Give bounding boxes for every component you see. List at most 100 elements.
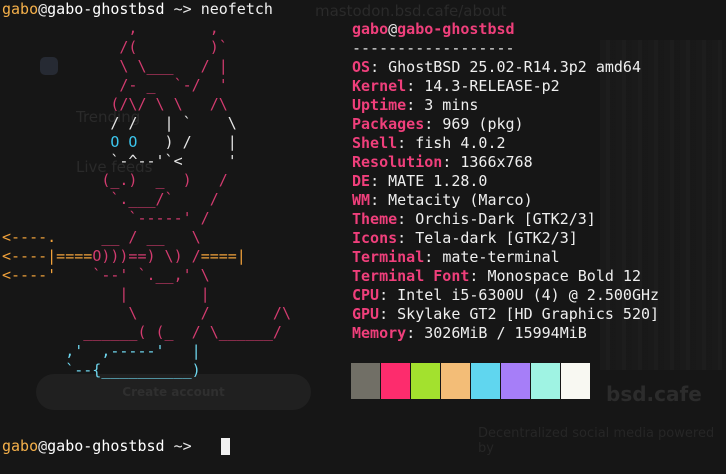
prompt-at: @ — [38, 437, 48, 455]
info-value: 14.3-RELEASE-p2 — [424, 77, 560, 95]
info-label: Shell — [352, 134, 398, 152]
art-line-16: \ / /\ — [2, 304, 291, 322]
info-title-user: gabo — [352, 20, 389, 38]
art-trident: O)))==) \) / — [92, 247, 201, 265]
art-line-13: <----|====O)))==) \) /====| — [2, 247, 246, 266]
art-arrow-1: <----. — [2, 228, 57, 246]
prompt-command: neofetch — [200, 0, 273, 18]
palette-swatch-5 — [501, 363, 530, 399]
info-value: 1366x768 — [460, 153, 533, 171]
art-arrow-3: <----' — [2, 266, 57, 284]
info-value: GhostBSD 25.02-R14.3p2 amd64 — [388, 58, 641, 76]
info-separator: ------------------ — [352, 39, 515, 57]
art-line-12: <----. __ / __ \ — [2, 228, 201, 247]
info-label: Memory — [352, 324, 407, 342]
art-line-4: /- _ `-/ ' — [2, 76, 228, 94]
info-row-theme: Theme: Orchis-Dark [GTK2/3] — [352, 210, 596, 228]
palette-swatch-0 — [351, 363, 380, 399]
art-eyes: O O — [110, 133, 138, 151]
art-line-14: <----' `--' `.__,' \ — [2, 266, 210, 285]
info-value: fish 4.0.2 — [415, 134, 506, 152]
palette-swatch-2 — [411, 363, 440, 399]
prompt-arrow: ~> — [164, 437, 201, 455]
prompt-user: gabo — [2, 437, 39, 455]
info-value: mate-terminal — [442, 248, 560, 266]
info-row-packages: Packages: 969 (pkg) — [352, 115, 524, 133]
info-label: Icons — [352, 229, 398, 247]
art-line-9: (_.) _ ) / — [2, 171, 228, 189]
info-row-terminal-font: Terminal Font: Monospace Bold 12 — [352, 267, 641, 285]
info-title-at: @ — [388, 20, 398, 38]
prompt-host: gabo-ghostbsd — [47, 0, 165, 18]
palette-swatch-4 — [471, 363, 500, 399]
art-line-3: \ \___ / | — [2, 57, 228, 75]
art-line-6: / / | ` \ — [2, 114, 237, 132]
info-label: WM — [352, 191, 371, 209]
info-label: Theme — [352, 210, 398, 228]
info-value: Intel i5-6300U (4) @ 2.500GHz — [397, 286, 660, 304]
info-label: Terminal Font — [352, 267, 470, 285]
info-row-gpu: GPU: Skylake GT2 [HD Graphics 520] — [352, 305, 660, 323]
info-label: Kernel — [352, 77, 407, 95]
art-line-8: `-^--'`< ' — [2, 152, 237, 170]
art-line-7-rest: ) / | — [137, 133, 237, 151]
info-label: GPU — [352, 305, 380, 323]
info-row-uptime: Uptime: 3 mins — [352, 96, 479, 114]
info-label: DE — [352, 172, 371, 190]
info-row-shell: Shell: fish 4.0.2 — [352, 134, 506, 152]
info-label: OS — [352, 58, 371, 76]
art-line-17: ______( (_ / \______/ — [2, 323, 282, 341]
info-value: Tela-dark [GTK2/3] — [415, 229, 578, 247]
terminal-cursor[interactable] — [221, 438, 230, 455]
info-value: Orchis-Dark [GTK2/3] — [415, 210, 596, 228]
palette-swatch-3 — [441, 363, 470, 399]
prompt-line-1: gabo@gabo-ghostbsd ~> neofetch — [2, 0, 273, 19]
palette-swatch-7 — [561, 363, 590, 399]
info-value: 3026MiB / 15994MiB — [424, 324, 587, 342]
art-line-18: ,' ,-----' | — [2, 342, 201, 360]
art-line-11: `-----' / — [2, 209, 210, 227]
prompt-user: gabo — [2, 0, 39, 18]
info-value: Skylake GT2 [HD Graphics 520] — [397, 305, 660, 323]
art-line-2: /( )` — [2, 38, 228, 56]
info-title-host: gabo-ghostbsd — [397, 20, 515, 38]
info-title: gabo@gabo-ghostbsd — [352, 20, 515, 39]
art-line-5: (/\/ \ \ /\ — [2, 95, 228, 113]
terminal-output[interactable]: gabo@gabo-ghostbsd ~> neofetch , , /( )`… — [0, 0, 726, 474]
info-value: MATE 1.28.0 — [388, 172, 488, 190]
art-line-7: O O ) / | — [2, 133, 237, 152]
art-line-14-rest: `--' `.__,' \ — [56, 266, 210, 284]
info-row-de: DE: MATE 1.28.0 — [352, 172, 488, 190]
info-value: 969 (pkg) — [442, 115, 524, 133]
art-arrow-2-tail: ====| — [200, 247, 246, 265]
info-row-cpu: CPU: Intel i5-6300U (4) @ 2.500GHz — [352, 286, 660, 304]
info-value: Metacity (Marco) — [388, 191, 533, 209]
prompt-arrow: ~> — [164, 0, 201, 18]
palette-swatch-1 — [381, 363, 410, 399]
prompt-host: gabo-ghostbsd — [47, 437, 165, 455]
art-line-10: `.___/` / — [2, 190, 219, 208]
art-line-1: , , — [2, 19, 219, 37]
art-line-15: | | — [2, 285, 210, 303]
art-line-7-indent — [2, 133, 110, 151]
art-arrow-2: <----|==== — [2, 247, 93, 265]
info-row-memory: Memory: 3026MiB / 15994MiB — [352, 324, 587, 342]
info-value: Monospace Bold 12 — [487, 267, 641, 285]
info-row-os: OS: GhostBSD 25.02-R14.3p2 amd64 — [352, 58, 641, 76]
info-label: Uptime — [352, 96, 407, 114]
info-value: 3 mins — [424, 96, 479, 114]
info-row-icons: Icons: Tela-dark [GTK2/3] — [352, 229, 578, 247]
info-row-terminal: Terminal: mate-terminal — [352, 248, 560, 266]
prompt-at: @ — [38, 0, 48, 18]
info-label: Packages — [352, 115, 425, 133]
info-label: CPU — [352, 286, 380, 304]
art-line-12-rest: __ / __ \ — [56, 228, 201, 246]
art-line-19: `--{__________) — [2, 361, 201, 379]
info-label: Resolution — [352, 153, 443, 171]
info-row-kernel: Kernel: 14.3-RELEASE-p2 — [352, 77, 560, 95]
palette-swatch-6 — [531, 363, 560, 399]
info-row-wm: WM: Metacity (Marco) — [352, 191, 533, 209]
prompt-line-2: gabo@gabo-ghostbsd ~> — [2, 437, 201, 456]
info-label: Terminal — [352, 248, 425, 266]
info-row-resolution: Resolution: 1366x768 — [352, 153, 533, 171]
